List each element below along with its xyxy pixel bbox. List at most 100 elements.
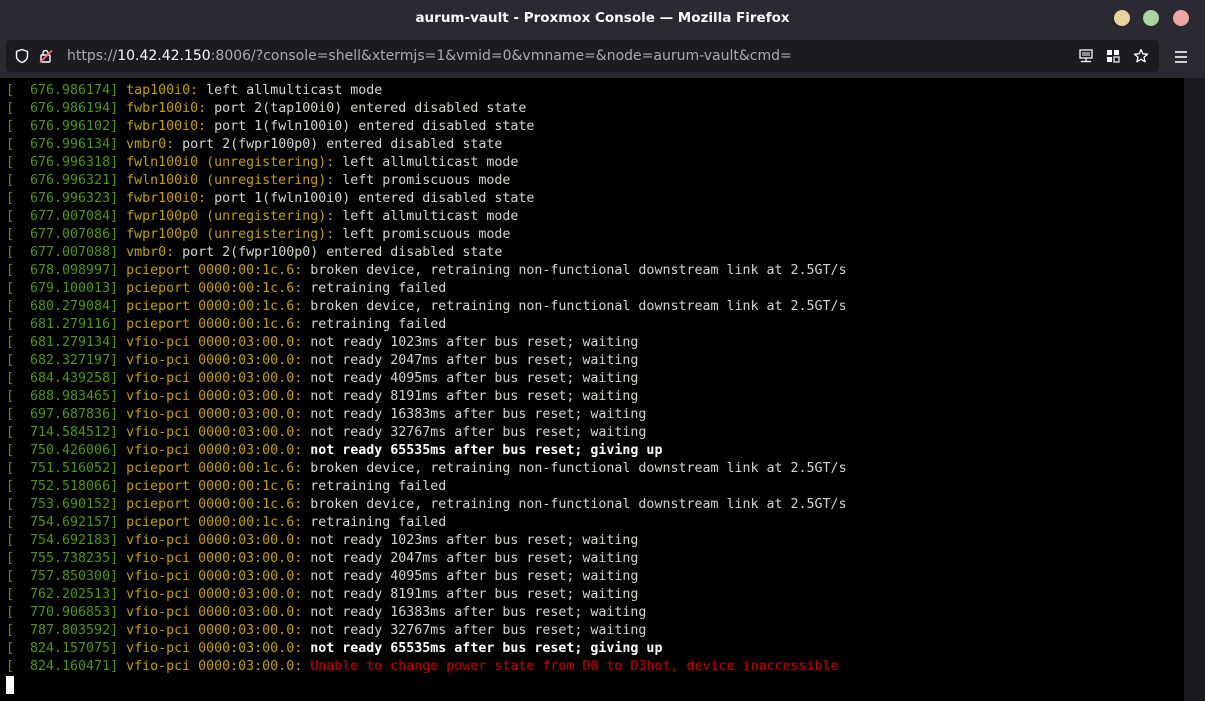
log-timestamp: [ 824.160471] [6, 659, 119, 674]
terminal-line: [ 770.906853] vfio-pci 0000:03:00.0: not… [6, 604, 847, 622]
log-message: not ready 8191ms after bus reset; waitin… [302, 389, 639, 404]
log-message: left promiscuous mode [334, 173, 511, 188]
log-source: pcieport 0000:00:1c.6: [118, 497, 303, 512]
url-text[interactable]: https://10.42.42.150:8006/?console=shell… [67, 40, 792, 72]
log-timestamp: [ 682.327197] [6, 353, 119, 368]
scrollbar-track[interactable] [1184, 78, 1205, 701]
close-button[interactable] [1173, 10, 1189, 26]
terminal-line: [ 753.690152] pcieport 0000:00:1c.6: bro… [6, 496, 847, 514]
terminal-console[interactable]: [ 676.986174] tap100i0: left allmulticas… [0, 78, 1184, 701]
log-source: vfio-pci 0000:03:00.0: [118, 389, 303, 404]
log-timestamp: [ 678.098997] [6, 263, 119, 278]
firefox-window: aurum-vault - Proxmox Console — Mozilla … [0, 0, 1205, 701]
log-message: left promiscuous mode [334, 227, 511, 242]
log-message: port 1(fwln100i0) entered disabled state [206, 119, 535, 134]
log-message: port 1(fwln100i0) entered disabled state [206, 191, 535, 206]
log-message: retraining failed [302, 317, 447, 332]
log-source: vfio-pci 0000:03:00.0: [118, 659, 303, 674]
terminal-line: [ 824.157075] vfio-pci 0000:03:00.0: not… [6, 640, 847, 658]
log-timestamp: [ 755.738235] [6, 551, 119, 566]
minimize-button[interactable] [1114, 10, 1130, 26]
log-timestamp: [ 762.202513] [6, 587, 119, 602]
log-message: retraining failed [302, 281, 447, 296]
terminal-line: [ 757.850300] vfio-pci 0000:03:00.0: not… [6, 568, 847, 586]
log-message: not ready 8191ms after bus reset; waitin… [302, 587, 639, 602]
terminal-line: [ 676.986174] tap100i0: left allmulticas… [6, 82, 847, 100]
log-message: retraining failed [302, 479, 447, 494]
log-timestamp: [ 677.007084] [6, 209, 119, 224]
log-message: broken device, retraining non-functional… [302, 497, 847, 512]
log-timestamp: [ 679.100013] [6, 281, 119, 296]
url-path: :8006/?console=shell&xtermjs=1&vmid=0&vm… [210, 48, 792, 64]
log-timestamp: [ 677.007086] [6, 227, 119, 242]
terminal-line: [ 681.279134] vfio-pci 0000:03:00.0: not… [6, 334, 847, 352]
terminal-line: [ 676.986194] fwbr100i0: port 2(tap100i0… [6, 100, 847, 118]
log-message: not ready 1023ms after bus reset; waitin… [302, 533, 639, 548]
log-timestamp: [ 676.996321] [6, 173, 119, 188]
log-message: not ready 1023ms after bus reset; waitin… [302, 335, 639, 350]
log-message: Unable to change power state from D0 to … [302, 659, 839, 674]
terminal-line: [ 677.007088] vmbr0: port 2(fwpr100p0) e… [6, 244, 847, 262]
log-timestamp: [ 770.906853] [6, 605, 119, 620]
log-message: not ready 2047ms after bus reset; waitin… [302, 353, 639, 368]
log-timestamp: [ 677.007088] [6, 245, 119, 260]
window-title: aurum-vault - Proxmox Console — Mozilla … [415, 10, 790, 26]
log-message: not ready 4095ms after bus reset; waitin… [302, 371, 639, 386]
log-source: fwpr100p0 (unregistering): [118, 209, 335, 224]
title-bar: aurum-vault - Proxmox Console — Mozilla … [0, 0, 1205, 36]
log-timestamp: [ 676.996323] [6, 191, 119, 206]
terminal-line: [ 762.202513] vfio-pci 0000:03:00.0: not… [6, 586, 847, 604]
network-monitor-icon[interactable] [1078, 48, 1094, 64]
log-timestamp: [ 787.803592] [6, 623, 119, 638]
extensions-grid-icon[interactable] [1105, 48, 1121, 64]
terminal-line: [ 751.516052] pcieport 0000:00:1c.6: bro… [6, 460, 847, 478]
log-source: vfio-pci 0000:03:00.0: [118, 605, 303, 620]
log-timestamp: [ 688.983465] [6, 389, 119, 404]
insecure-lock-icon[interactable] [38, 48, 54, 64]
log-message: broken device, retraining non-functional… [302, 263, 847, 278]
log-message: left allmulticast mode [334, 155, 519, 170]
log-source: fwln100i0 (unregistering): [118, 155, 335, 170]
log-source: fwbr100i0: [118, 101, 207, 116]
log-source: pcieport 0000:00:1c.6: [118, 281, 303, 296]
terminal-output: [ 676.986174] tap100i0: left allmulticas… [6, 82, 847, 676]
log-source: vfio-pci 0000:03:00.0: [118, 551, 303, 566]
shield-icon[interactable] [14, 48, 30, 64]
terminal-line: [ 677.007084] fwpr100p0 (unregistering):… [6, 208, 847, 226]
log-message: left allmulticast mode [198, 83, 383, 98]
bookmark-star-icon[interactable] [1133, 48, 1149, 64]
terminal-line: [ 688.983465] vfio-pci 0000:03:00.0: not… [6, 388, 847, 406]
log-source: pcieport 0000:00:1c.6: [118, 299, 303, 314]
log-source: vfio-pci 0000:03:00.0: [118, 335, 303, 350]
log-source: vfio-pci 0000:03:00.0: [118, 533, 303, 548]
terminal-line: [ 750.426006] vfio-pci 0000:03:00.0: not… [6, 442, 847, 460]
url-bar[interactable]: https://10.42.42.150:8006/?console=shell… [6, 40, 1159, 72]
log-source: vfio-pci 0000:03:00.0: [118, 371, 303, 386]
log-timestamp: [ 750.426006] [6, 443, 119, 458]
navigation-toolbar: https://10.42.42.150:8006/?console=shell… [0, 36, 1205, 78]
log-source: vfio-pci 0000:03:00.0: [118, 353, 303, 368]
log-source: vfio-pci 0000:03:00.0: [118, 569, 303, 584]
terminal-line: [ 714.584512] vfio-pci 0000:03:00.0: not… [6, 424, 847, 442]
terminal-line: [ 787.803592] vfio-pci 0000:03:00.0: not… [6, 622, 847, 640]
hamburger-menu-icon[interactable] [1170, 47, 1192, 67]
log-message: not ready 65535ms after bus reset; givin… [302, 641, 663, 656]
terminal-line: [ 697.687836] vfio-pci 0000:03:00.0: not… [6, 406, 847, 424]
terminal-line: [ 754.692183] vfio-pci 0000:03:00.0: not… [6, 532, 847, 550]
log-source: fwbr100i0: [118, 119, 207, 134]
log-timestamp: [ 824.157075] [6, 641, 119, 656]
log-timestamp: [ 753.690152] [6, 497, 119, 512]
terminal-line: [ 678.098997] pcieport 0000:00:1c.6: bro… [6, 262, 847, 280]
log-timestamp: [ 714.584512] [6, 425, 119, 440]
terminal-line: [ 677.007086] fwpr100p0 (unregistering):… [6, 226, 847, 244]
log-source: pcieport 0000:00:1c.6: [118, 263, 303, 278]
log-timestamp: [ 680.279084] [6, 299, 119, 314]
log-message: not ready 2047ms after bus reset; waitin… [302, 551, 639, 566]
terminal-line: [ 681.279116] pcieport 0000:00:1c.6: ret… [6, 316, 847, 334]
maximize-button[interactable] [1143, 10, 1159, 26]
log-message: port 2(fwpr100p0) entered disabled state [174, 137, 503, 152]
log-source: vfio-pci 0000:03:00.0: [118, 407, 303, 422]
log-timestamp: [ 676.996102] [6, 119, 119, 134]
log-timestamp: [ 697.687836] [6, 407, 119, 422]
terminal-line: [ 676.996323] fwbr100i0: port 1(fwln100i… [6, 190, 847, 208]
